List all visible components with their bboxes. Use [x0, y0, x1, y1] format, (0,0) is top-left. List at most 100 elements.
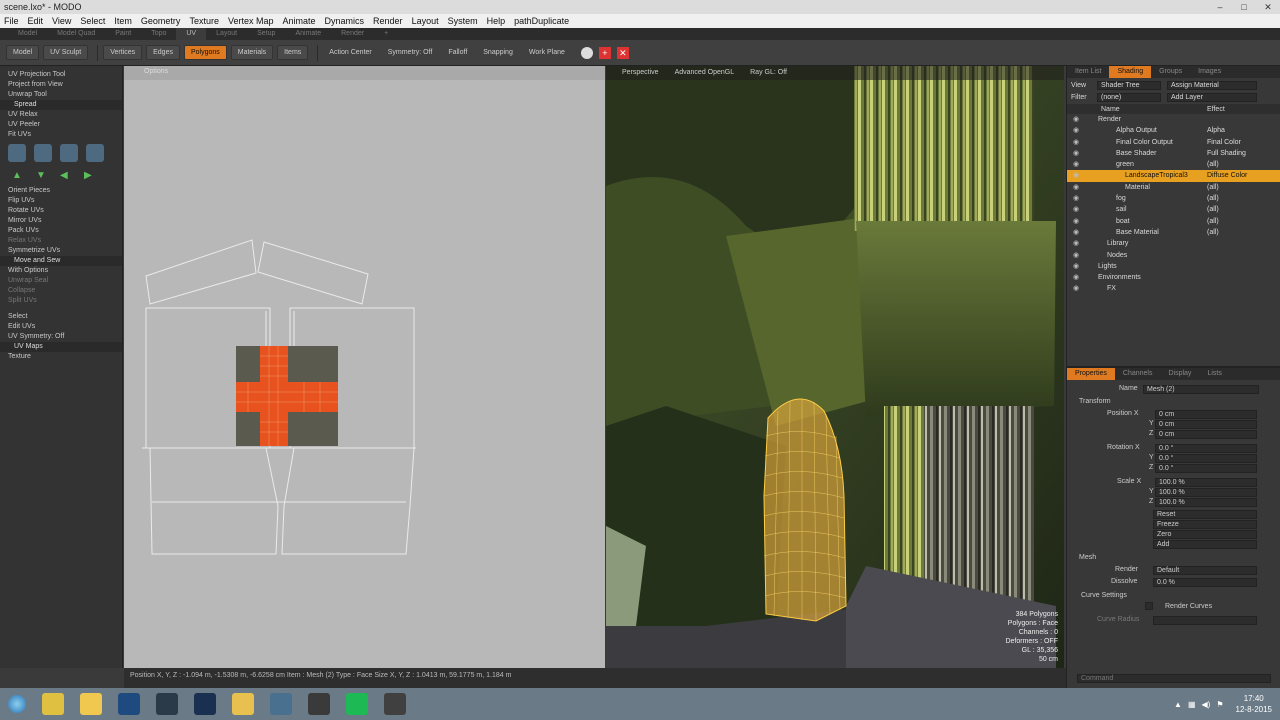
- menu-system[interactable]: System: [448, 14, 478, 28]
- uv-transform-icon[interactable]: [60, 144, 78, 162]
- filter-dropdown[interactable]: (none): [1097, 93, 1161, 102]
- visibility-eye-icon[interactable]: ◉: [1073, 283, 1079, 294]
- command-input[interactable]: Command: [1077, 674, 1271, 683]
- tool-with-options[interactable]: With Options: [0, 266, 122, 276]
- arrow-right-icon[interactable]: ▶: [84, 170, 98, 182]
- minimize-button[interactable]: –: [1208, 0, 1232, 14]
- scale-y-field[interactable]: 100.0 %: [1155, 488, 1257, 497]
- visibility-eye-icon[interactable]: ◉: [1073, 272, 1079, 283]
- symmetry-dropdown[interactable]: Symmetry: Off: [382, 46, 439, 59]
- arrow-left-icon[interactable]: ◀: [60, 170, 74, 182]
- edges-mode-button[interactable]: Edges: [146, 45, 180, 60]
- taskbar-app[interactable]: [186, 688, 224, 720]
- close-button[interactable]: ✕: [1256, 0, 1280, 14]
- menu-select[interactable]: Select: [80, 14, 105, 28]
- curve-radius-field[interactable]: [1153, 616, 1257, 625]
- shader-tree-row[interactable]: ◉ green (all): [1067, 159, 1280, 170]
- tool-symmetrize-uvs[interactable]: Symmetrize UVs: [0, 246, 122, 256]
- add-render-icon[interactable]: +: [598, 46, 611, 59]
- dissolve-field[interactable]: 0.0 %: [1153, 578, 1257, 587]
- render-preview-icon[interactable]: [580, 46, 593, 59]
- taskbar-app[interactable]: [338, 688, 376, 720]
- visibility-eye-icon[interactable]: ◉: [1073, 137, 1079, 148]
- render-dropdown[interactable]: Default: [1153, 566, 1257, 575]
- shader-tree-row[interactable]: ◉ Render: [1067, 114, 1280, 125]
- menu-layout[interactable]: Layout: [412, 14, 439, 28]
- tool-relax-uvs[interactable]: Relax UVs: [0, 236, 122, 246]
- vertices-mode-button[interactable]: Vertices: [103, 45, 143, 60]
- shader-tree-row[interactable]: ◉ Base Material (all): [1067, 227, 1280, 238]
- tool-orient-pieces[interactable]: Orient Pieces: [0, 186, 122, 196]
- visibility-eye-icon[interactable]: ◉: [1073, 238, 1079, 249]
- uv-editor-viewport[interactable]: Options: [124, 66, 605, 668]
- view-dropdown[interactable]: Shader Tree: [1097, 81, 1161, 90]
- menu-geometry[interactable]: Geometry: [141, 14, 181, 28]
- layout-tab-render[interactable]: Render: [331, 28, 374, 40]
- layout-tab-setup[interactable]: Setup: [247, 28, 285, 40]
- layout-tab-layout[interactable]: Layout: [206, 28, 247, 40]
- prop-tab-lists[interactable]: Lists: [1199, 368, 1229, 380]
- tab-images[interactable]: Images: [1190, 66, 1229, 78]
- clock[interactable]: 17:40 12-8-2015: [1236, 693, 1272, 715]
- delete-icon[interactable]: ✕: [616, 46, 629, 59]
- tab-groups[interactable]: Groups: [1151, 66, 1190, 78]
- tool-uv-maps[interactable]: UV Maps: [0, 342, 122, 352]
- action-center-dropdown[interactable]: Action Center: [323, 46, 377, 59]
- shader-tree-row[interactable]: ◉ Environments: [1067, 272, 1280, 283]
- visibility-eye-icon[interactable]: ◉: [1073, 204, 1079, 215]
- menu-vertex-map[interactable]: Vertex Map: [228, 14, 274, 28]
- maximize-button[interactable]: □: [1232, 0, 1256, 14]
- uv-layout-canvas[interactable]: [124, 66, 605, 668]
- prop-tab-properties[interactable]: Properties: [1067, 368, 1115, 380]
- taskbar-app[interactable]: [224, 688, 262, 720]
- tool-fit-uvs[interactable]: Fit UVs: [0, 130, 122, 140]
- shader-tree-row[interactable]: ◉ Nodes: [1067, 250, 1280, 261]
- work-plane-dropdown[interactable]: Work Plane: [523, 46, 571, 59]
- tool-edit-uvs[interactable]: Edit UVs: [0, 322, 122, 332]
- tool-texture[interactable]: Texture: [0, 352, 122, 362]
- shader-tree-row[interactable]: ◉ LandscapeTropical3 Diffuse Color: [1067, 170, 1280, 182]
- uv-fit-icon[interactable]: [86, 144, 104, 162]
- snapping-button[interactable]: Snapping: [477, 46, 519, 59]
- taskbar-app[interactable]: [34, 688, 72, 720]
- taskbar-app[interactable]: [148, 688, 186, 720]
- visibility-eye-icon[interactable]: ◉: [1073, 250, 1079, 261]
- rotation-y-field[interactable]: 0.0 °: [1155, 454, 1257, 463]
- prop-tab-display[interactable]: Display: [1160, 368, 1199, 380]
- render-curves-checkbox[interactable]: [1145, 602, 1153, 610]
- visibility-eye-icon[interactable]: ◉: [1073, 114, 1079, 125]
- items-mode-button[interactable]: Items: [277, 45, 309, 60]
- zero-dropdown[interactable]: Zero: [1153, 530, 1257, 539]
- scale-x-field[interactable]: 100.0 %: [1155, 478, 1257, 487]
- position-y-field[interactable]: 0 cm: [1155, 420, 1257, 429]
- arrow-up-icon[interactable]: ▲: [12, 170, 26, 182]
- tool-project-from-view[interactable]: Project from View: [0, 80, 122, 90]
- visibility-eye-icon[interactable]: ◉: [1073, 170, 1079, 181]
- tool-unwrap-seal[interactable]: Unwrap Seal: [0, 276, 122, 286]
- network-icon[interactable]: ▦: [1188, 700, 1196, 709]
- tool-pack-uvs[interactable]: Pack UVs: [0, 226, 122, 236]
- tool-move-and-sew[interactable]: Move and Sew: [0, 256, 122, 266]
- prop-tab-channels[interactable]: Channels: [1115, 368, 1161, 380]
- menu-file[interactable]: File: [4, 14, 19, 28]
- tool-split-uvs[interactable]: Split UVs: [0, 296, 122, 306]
- visibility-eye-icon[interactable]: ◉: [1073, 182, 1079, 193]
- falloff-dropdown[interactable]: Falloff: [442, 46, 473, 59]
- scale-z-field[interactable]: 100.0 %: [1155, 498, 1257, 507]
- tool-uv-peeler[interactable]: UV Peeler: [0, 120, 122, 130]
- tool-uv-symmetry-off[interactable]: UV Symmetry: Off: [0, 332, 122, 342]
- arrow-down-icon[interactable]: ▼: [36, 170, 50, 182]
- shader-tree-row[interactable]: ◉ Final Color Output Final Color: [1067, 137, 1280, 148]
- menu-animate[interactable]: Animate: [282, 14, 315, 28]
- tool-collapse[interactable]: Collapse: [0, 286, 122, 296]
- visibility-eye-icon[interactable]: ◉: [1073, 216, 1079, 227]
- uv-relax-icon[interactable]: [8, 144, 26, 162]
- tool-rotate-uvs[interactable]: Rotate UVs: [0, 206, 122, 216]
- menu-render[interactable]: Render: [373, 14, 403, 28]
- shader-tree-row[interactable]: ◉ Library: [1067, 238, 1280, 249]
- tool-uv-projection-tool[interactable]: UV Projection Tool: [0, 70, 122, 80]
- shader-tree-row[interactable]: ◉ boat (all): [1067, 216, 1280, 227]
- layout-tab-animate[interactable]: Animate: [285, 28, 331, 40]
- tab-item-list[interactable]: Item List: [1067, 66, 1109, 78]
- layout-tab-uv[interactable]: UV: [176, 28, 207, 40]
